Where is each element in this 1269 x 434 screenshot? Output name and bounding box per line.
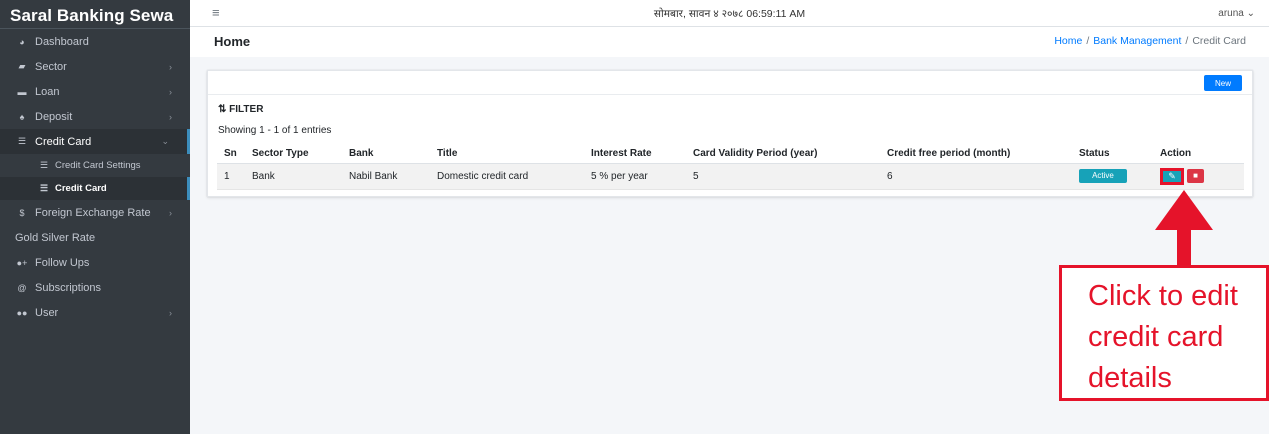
sidebar-item-deposit[interactable]: ♠ Deposit › [0,104,190,129]
breadcrumb-separator: / [1086,35,1090,47]
filter-icon: ⇅ [218,104,227,115]
delete-button[interactable]: ■ [1187,168,1204,183]
page-title: Home [214,34,251,49]
sidebar-nav: ◕ Dashboard ▰ Sector › ▬ Loan › ♠ Deposi… [0,29,190,325]
annotation-callout: Click to edit credit card details [1059,265,1269,401]
breadcrumb: Home / Bank Management / Credit Card [1054,35,1246,47]
at-icon: @ [17,282,27,293]
cell-title: Domestic credit card [430,163,584,190]
sidebar-item-credit-card[interactable]: ☰ Credit Card ⌄ [0,129,190,154]
table-row: 1 Bank Nabil Bank Domestic credit card 5… [217,163,1244,190]
sidebar-item-label: Credit Card Settings [55,160,141,171]
entries-count: Showing 1 - 1 of 1 entries [218,125,332,136]
credit-card-table: Sn Sector Type Bank Title Interest Rate … [217,144,1244,190]
brand-title[interactable]: Saral Banking Sewa [0,0,190,29]
cell-sector-type: Bank [245,163,342,190]
credit-card-icon: ☰ [17,136,27,146]
sidebar-item-follow-ups[interactable]: ●+ Follow Ups [0,250,190,275]
sidebar: Saral Banking Sewa ◕ Dashboard ▰ Sector … [0,0,190,434]
sidebar-item-label: Deposit [35,110,73,123]
sidebar-item-user[interactable]: ●● User › [0,300,190,325]
cell-interest-rate: 5 % per year [584,163,686,190]
annotation-line: details [1088,362,1172,394]
column-header: Title [430,144,584,164]
cell-credit-free: 6 [880,163,1072,190]
sidebar-item-label: Sector [35,60,67,73]
edit-button[interactable]: ✎ [1160,167,1184,185]
column-header: Sn [217,144,245,164]
cell-sn: 1 [217,163,245,190]
edit-icon: ✎ [1168,170,1176,181]
loan-icon: ▬ [17,86,27,97]
trash-icon: ■ [1193,171,1198,181]
user-menu[interactable]: aruna ⌄ [1218,8,1255,19]
chevron-right-icon: › [169,86,172,97]
filter-label: FILTER [229,104,264,115]
chevron-right-icon: › [169,307,172,318]
column-header: Bank [342,144,430,164]
sidebar-item-label: Gold Silver Rate [15,231,96,244]
sidebar-item-loan[interactable]: ▬ Loan › [0,79,190,104]
column-header: Sector Type [245,144,342,164]
users-icon: ●● [16,307,28,318]
sidebar-item-subscriptions[interactable]: @ Subscriptions [0,275,190,300]
cell-action: ✎ ■ [1153,163,1244,190]
sidebar-item-label: Loan [35,85,60,98]
sidebar-item-foreign-exchange-rate[interactable]: $ Foreign Exchange Rate › [0,200,190,225]
status-badge: Active [1079,169,1127,183]
filter-toggle[interactable]: ⇅ FILTER [218,104,263,115]
sidebar-item-gold-silver-rate[interactable]: Gold Silver Rate [0,225,190,250]
chevron-right-icon: › [169,61,172,72]
annotation-line: credit card [1088,321,1224,353]
dollar-icon: $ [19,207,25,218]
user-plus-icon: ●+ [16,257,28,268]
chevron-right-icon: › [169,207,172,218]
sidebar-item-label: Credit Card [35,135,92,148]
cell-status: Active [1072,163,1153,190]
cell-bank: Nabil Bank [342,163,430,190]
chevron-down-icon: ⌄ [161,136,169,146]
table-header-row: Sn Sector Type Bank Title Interest Rate … [217,144,1244,164]
sidebar-item-dashboard[interactable]: ◕ Dashboard [0,29,190,54]
sidebar-item-label: Follow Ups [35,256,90,269]
column-header: Action [1153,144,1244,164]
column-header: Card Validity Period (year) [686,144,880,164]
list-icon: ☰ [39,160,49,170]
breadcrumb-home-link[interactable]: Home [1054,35,1082,47]
sector-icon: ▰ [18,61,26,71]
sidebar-item-label: Dashboard [35,35,89,48]
new-button[interactable]: New [1204,75,1242,91]
sidebar-item-label: Subscriptions [35,281,102,294]
annotation-arrow-shaft [1177,229,1191,269]
annotation-arrow-head [1155,190,1213,230]
cell-validity: 5 [686,163,880,190]
breadcrumb-current: Credit Card [1192,35,1246,47]
column-header: Credit free period (month) [880,144,1072,164]
sidebar-item-credit-card-list[interactable]: ☰ Credit Card [0,177,190,200]
sidebar-item-label: User [35,306,59,319]
breadcrumb-separator: / [1185,35,1189,47]
topbar: ≡ सोमबार, सावन ४ २०७८ 06:59:11 AM aruna … [190,0,1269,27]
datetime-display: सोमबार, सावन ४ २०७८ 06:59:11 AM [653,8,806,20]
dashboard-icon: ◕ [19,36,25,47]
credit-card-list-card: New ⇅ FILTER Showing 1 - 1 of 1 entries … [207,70,1253,197]
column-header: Status [1072,144,1153,164]
sidebar-item-credit-card-settings[interactable]: ☰ Credit Card Settings [0,154,190,177]
content-header: Home Home / Bank Management / Credit Card [190,27,1269,57]
annotation-line: Click to edit [1088,280,1238,312]
chevron-right-icon: › [169,111,172,122]
card-toolbar: New [208,71,1252,95]
column-header: Interest Rate [584,144,686,164]
breadcrumb-bank-management-link[interactable]: Bank Management [1093,35,1181,47]
sidebar-item-label: Foreign Exchange Rate [35,206,151,219]
list-icon: ☰ [39,183,49,193]
sidebar-item-label: Credit Card [55,183,107,194]
sidebar-item-sector[interactable]: ▰ Sector › [0,54,190,79]
deposit-icon: ♠ [19,111,25,122]
